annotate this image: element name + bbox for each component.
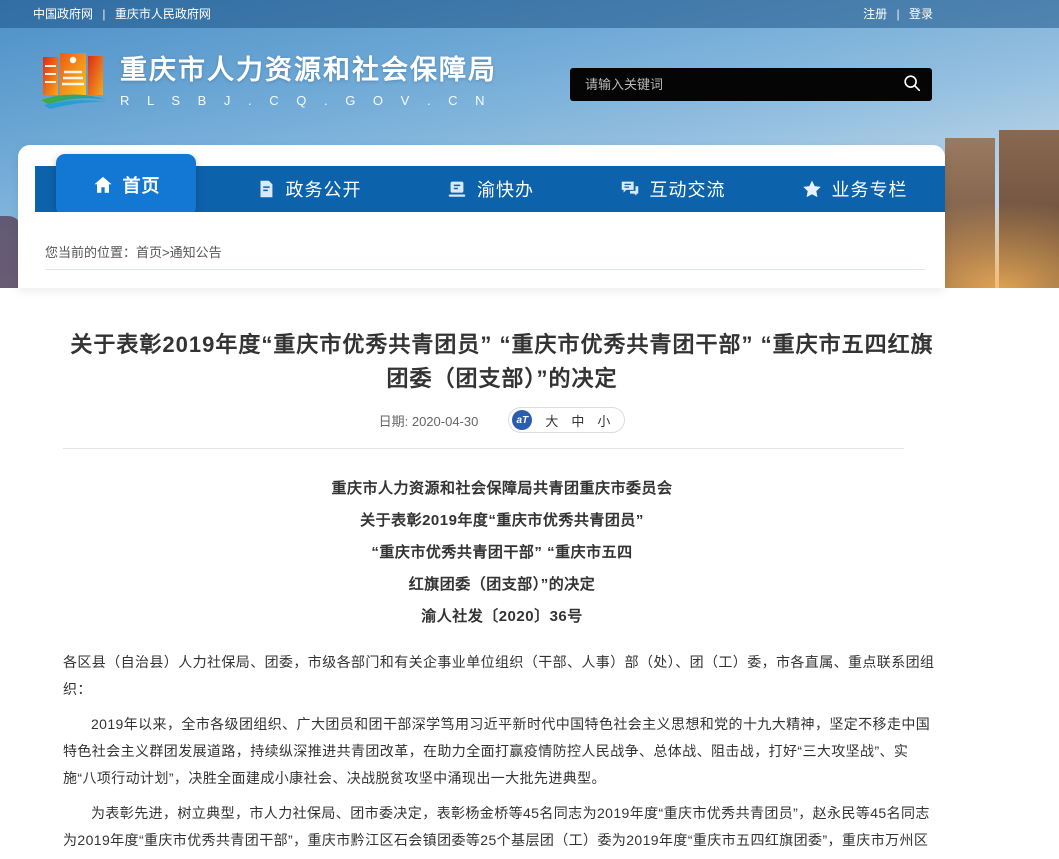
breadcrumb-underline — [45, 269, 925, 270]
site-title: 重庆市人力资源和社会保障局 — [120, 48, 497, 87]
nav-tab-zhengwugongkai[interactable]: 政务公开 — [217, 166, 399, 212]
meta-divider — [63, 448, 904, 449]
separator: | — [897, 7, 900, 21]
magnifier-icon — [902, 73, 922, 96]
search-input[interactable] — [570, 77, 892, 92]
active-tab-pill: 首页 — [56, 154, 196, 216]
link-chongqing-gov[interactable]: 重庆市人民政府网 — [115, 7, 211, 21]
service-terminal-icon — [446, 178, 468, 200]
article-title: 关于表彰2019年度“重庆市优秀共青团员” “重庆市优秀共青团干部” “重庆市五… — [63, 288, 941, 396]
top-utility-bar: 中国政府网 | 重庆市人民政府网 注册 | 登录 — [0, 0, 1059, 28]
document-headings: 重庆市人力资源和社会保障局共青团重庆市委员会 关于表彰2019年度“重庆市优秀共… — [63, 473, 941, 633]
nav-tab-yewuzhuanlan[interactable]: 业务专栏 — [763, 166, 945, 212]
publish-date: 日期: 2020-04-30 — [379, 411, 479, 430]
cq-hrss-logo-icon — [40, 48, 108, 117]
nav-tab-label: 政务公开 — [286, 176, 362, 202]
article-body: 各区县（自治县）人力社保局、团委，市级各部门和有关企事业单位组织（干部、人事）部… — [63, 649, 941, 859]
page: 中国政府网 | 重庆市人民政府网 注册 | 登录 — [0, 0, 1059, 859]
date-value: 2020-04-30 — [412, 414, 479, 429]
nav-tab-hudongjiaoliu[interactable]: 互动交流 — [581, 166, 763, 212]
link-china-gov[interactable]: 中国政府网 — [33, 7, 93, 21]
site-domain: R L S B J . C Q . G O V . C N — [120, 93, 497, 108]
nav-tab-label: 渝快办 — [477, 176, 534, 202]
doc-heading-line: 红旗团委（团支部）”的决定 — [63, 569, 941, 601]
paragraph-body: 为表彰先进，树立典型，市人力社保局、团市委决定，表彰杨金桥等45名同志为2019… — [63, 800, 941, 859]
document-icon — [255, 178, 277, 200]
chat-bubbles-icon — [619, 178, 641, 200]
main-navigation: 首页 政务公开 — [35, 166, 945, 212]
search-button[interactable] — [892, 68, 932, 101]
nav-tab-label: 业务专栏 — [832, 176, 908, 202]
paragraph-body: 2019年以来，全市各级团组织、广大团员和团干部深学笃用习近平新时代中国特色社会… — [63, 711, 941, 792]
star-icon — [801, 178, 823, 200]
article-section: 关于表彰2019年度“重庆市优秀共青团员” “重庆市优秀共青团干部” “重庆市五… — [0, 288, 1059, 859]
breadcrumb-bar: 您当前的位置：首页>通知公告 — [18, 212, 945, 288]
account-links: 注册 | 登录 — [863, 0, 933, 28]
date-label: 日期: — [379, 414, 409, 429]
nav-tab-yukuaiban[interactable]: 渝快办 — [399, 166, 581, 212]
font-size-large-button[interactable]: 大 — [545, 411, 558, 430]
doc-heading-line: 关于表彰2019年度“重庆市优秀共青团员” — [63, 505, 941, 537]
breadcrumb-prefix: 您当前的位置： — [45, 245, 136, 260]
nav-tab-label: 首页 — [123, 172, 161, 198]
login-link[interactable]: 登录 — [909, 7, 933, 21]
site-brand: 重庆市人力资源和社会保障局 R L S B J . C Q . G O V . … — [40, 48, 497, 117]
nav-tab-home[interactable]: 首页 — [35, 166, 217, 212]
content-card: 首页 政务公开 — [18, 145, 945, 288]
separator: | — [102, 7, 105, 21]
gov-links: 中国政府网 | 重庆市人民政府网 — [33, 0, 211, 28]
article-meta: 日期: 2020-04-30 aT 大 中 小 — [63, 406, 941, 434]
paragraph-salutation: 各区县（自治县）人力社保局、团委，市级各部门和有关企事业单位组织（干部、人事）部… — [63, 649, 941, 703]
breadcrumb-separator: > — [162, 245, 170, 260]
breadcrumb: 您当前的位置：首页>通知公告 — [45, 242, 222, 261]
register-link[interactable]: 注册 — [863, 7, 887, 21]
font-size-medium-button[interactable]: 中 — [571, 411, 584, 430]
doc-heading-line: 渝人社发〔2020〕36号 — [63, 601, 941, 633]
nav-tab-label: 互动交流 — [650, 176, 726, 202]
doc-heading-line: 重庆市人力资源和社会保障局共青团重庆市委员会 — [63, 473, 941, 505]
doc-heading-line: “重庆市优秀共青团干部” “重庆市五四 — [63, 537, 941, 569]
breadcrumb-home-link[interactable]: 首页 — [136, 245, 162, 260]
search-box — [570, 68, 932, 101]
font-size-control: aT 大 中 小 — [508, 407, 625, 433]
font-size-small-button[interactable]: 小 — [597, 411, 610, 430]
breadcrumb-current-link[interactable]: 通知公告 — [170, 245, 222, 260]
home-icon — [92, 174, 114, 196]
font-size-icon: aT — [512, 410, 532, 430]
